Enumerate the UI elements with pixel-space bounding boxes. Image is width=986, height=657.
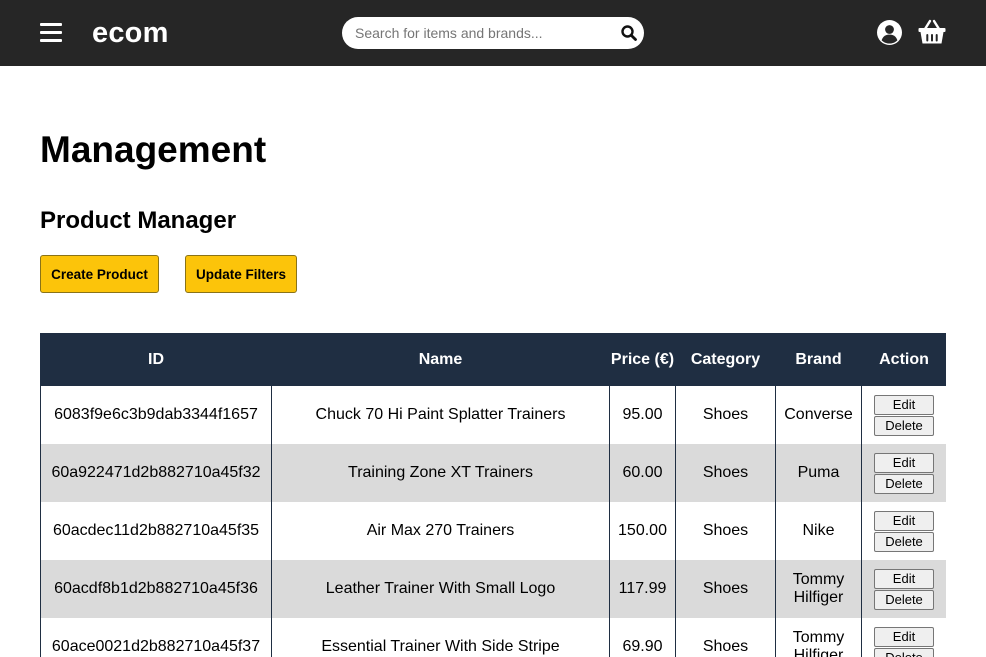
edit-button[interactable]: Edit [874,452,934,473]
basket-icon[interactable] [918,19,946,45]
product-table-container: ID Name Price (€) Category Brand Action … [40,333,946,657]
column-header-name: Name [271,333,610,386]
update-filters-button[interactable]: Update Filters [185,255,297,293]
column-header-brand: Brand [775,333,862,386]
column-header-category: Category [675,333,776,386]
cell-action: Edit Delete [861,444,946,502]
delete-button[interactable]: Delete [874,531,934,552]
column-header-price: Price (€) [609,333,676,386]
table-row: 60acdec11d2b882710a45f35 Air Max 270 Tra… [40,502,946,560]
cell-action: Edit Delete [861,618,946,657]
cell-name: Air Max 270 Trainers [271,502,610,560]
table-row: 60a922471d2b882710a45f32 Training Zone X… [40,444,946,502]
cell-brand: Nike [775,502,862,560]
table-row: 60acdf8b1d2b882710a45f36 Leather Trainer… [40,560,946,618]
delete-button[interactable]: Delete [874,589,934,610]
cell-category: Shoes [675,386,776,444]
page-title: Management [40,129,267,170]
column-header-id: ID [40,333,272,386]
cell-id: 60acdf8b1d2b882710a45f36 [40,560,272,618]
cell-brand: Tommy Hilfiger [775,618,862,657]
table-header-row: ID Name Price (€) Category Brand Action [40,333,946,386]
delete-button[interactable]: Delete [874,473,934,494]
cell-id: 60a922471d2b882710a45f32 [40,444,272,502]
search-icon[interactable] [620,24,638,42]
cell-brand: Tommy Hilfiger [775,560,862,618]
search-bar [342,17,644,49]
edit-button[interactable]: Edit [874,626,934,647]
cell-action: Edit Delete [861,386,946,444]
cell-brand: Converse [775,386,862,444]
delete-button[interactable]: Delete [874,415,934,436]
product-table: ID Name Price (€) Category Brand Action … [40,333,946,657]
search-input[interactable] [355,17,615,49]
cell-id: 60ace0021d2b882710a45f37 [40,618,272,657]
cell-action: Edit Delete [861,560,946,618]
edit-button[interactable]: Edit [874,394,934,415]
cell-name: Leather Trainer With Small Logo [271,560,610,618]
cell-price: 60.00 [609,444,676,502]
cell-name: Essential Trainer With Side Stripe [271,618,610,657]
table-row: 6083f9e6c3b9dab3344f1657 Chuck 70 Hi Pai… [40,386,946,444]
top-navbar: ecom [0,0,986,66]
cell-price: 95.00 [609,386,676,444]
delete-button[interactable]: Delete [874,647,934,657]
hamburger-menu-icon[interactable] [40,22,62,42]
cell-category: Shoes [675,444,776,502]
cell-category: Shoes [675,560,776,618]
cell-category: Shoes [675,618,776,657]
user-circle-icon[interactable] [877,20,902,45]
column-header-action: Action [861,333,946,386]
cell-price: 69.90 [609,618,676,657]
cell-id: 6083f9e6c3b9dab3344f1657 [40,386,272,444]
cell-action: Edit Delete [861,502,946,560]
cell-price: 150.00 [609,502,676,560]
edit-button[interactable]: Edit [874,510,934,531]
cell-brand: Puma [775,444,862,502]
cell-name: Chuck 70 Hi Paint Splatter Trainers [271,386,610,444]
table-row: 60ace0021d2b882710a45f37 Essential Train… [40,618,946,657]
cell-name: Training Zone XT Trainers [271,444,610,502]
cell-price: 117.99 [609,560,676,618]
cell-category: Shoes [675,502,776,560]
edit-button[interactable]: Edit [874,568,934,589]
site-logo[interactable]: ecom [92,15,169,51]
cell-id: 60acdec11d2b882710a45f35 [40,502,272,560]
section-title: Product Manager [40,207,237,234]
create-product-button[interactable]: Create Product [40,255,159,293]
